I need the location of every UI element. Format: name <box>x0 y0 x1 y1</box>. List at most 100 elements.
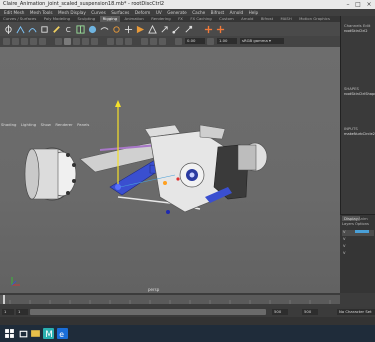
ik-handle-icon[interactable] <box>16 25 25 34</box>
bookmark-icon[interactable] <box>21 38 28 45</box>
ik-spline-icon[interactable] <box>28 25 37 34</box>
add-influence-icon[interactable] <box>216 25 225 34</box>
menu-item[interactable]: Cache <box>192 9 205 16</box>
os-taskbar: M e <box>0 325 375 342</box>
close-icon[interactable]: × <box>364 0 374 9</box>
menu-item[interactable]: Deform <box>135 9 151 16</box>
gate-mask-icon[interactable] <box>141 38 148 45</box>
suspension-model[interactable] <box>0 47 340 293</box>
color-management-value: sRGB gamma <box>242 38 268 43</box>
shape-node-name[interactable]: rootSkinCtrlShape2 <box>344 92 375 96</box>
start-frame-field[interactable]: 1 <box>2 309 14 315</box>
pole-vector-icon[interactable] <box>148 25 157 34</box>
exposure-field[interactable]: 0.00 <box>185 38 205 44</box>
wireframe-icon[interactable] <box>55 38 62 45</box>
lock-camera-icon[interactable] <box>12 38 19 45</box>
textured-icon[interactable] <box>73 38 80 45</box>
layer-row[interactable]: V <box>342 251 374 257</box>
add-attribute-icon[interactable] <box>204 25 213 34</box>
layer-row[interactable]: V <box>342 244 374 250</box>
menu-item[interactable]: Bifrost <box>211 9 225 16</box>
paint-weights-icon[interactable] <box>52 25 61 34</box>
task-view-icon[interactable] <box>18 328 29 339</box>
menu-item[interactable]: Edit Mesh <box>4 9 24 16</box>
xray-joints-icon[interactable] <box>125 38 132 45</box>
range-slider-bar[interactable] <box>30 309 266 315</box>
skin-bind-icon[interactable] <box>40 25 49 34</box>
gamma-icon[interactable] <box>207 38 214 45</box>
menu-item[interactable]: Help <box>249 9 259 16</box>
options-menu[interactable]: Options <box>355 222 369 226</box>
layers-menu[interactable]: Layers <box>342 222 354 226</box>
current-time-marker <box>3 295 5 304</box>
joint-tool-icon[interactable] <box>4 25 13 34</box>
selected-node-name[interactable]: rootSkinCtrl2 <box>344 29 368 33</box>
lights-icon[interactable] <box>82 38 89 45</box>
safe-action-icon[interactable] <box>159 38 166 45</box>
character-set-dropdown[interactable]: No Character Set <box>337 309 375 315</box>
range-start-field[interactable]: 1 <box>16 309 28 315</box>
xray-icon[interactable] <box>116 38 123 45</box>
svg-text:e: e <box>59 330 64 339</box>
edit-tab[interactable]: Edit <box>363 23 370 28</box>
image-plane-icon[interactable] <box>30 38 37 45</box>
lattice-icon[interactable] <box>76 25 85 34</box>
menu-item[interactable]: Curves <box>91 9 106 16</box>
minimize-icon[interactable]: – <box>343 0 353 9</box>
isolate-select-icon[interactable] <box>107 38 114 45</box>
menu-item[interactable]: Generate <box>167 9 187 16</box>
layer-color-swatch <box>354 230 369 233</box>
visibility-toggle[interactable]: V <box>343 244 345 248</box>
camera-label: persp <box>148 287 160 292</box>
shapes-header: SHAPES <box>344 86 359 91</box>
file-explorer-icon[interactable] <box>30 328 41 339</box>
layer-row[interactable]: V <box>342 237 374 243</box>
range-end-field[interactable]: 500 <box>272 309 288 315</box>
menu-item[interactable]: Mesh Display <box>58 9 86 16</box>
color-management-dropdown[interactable]: sRGB gamma ▾ <box>240 38 284 44</box>
select-camera-icon[interactable] <box>3 38 10 45</box>
visibility-toggle[interactable]: V <box>343 237 345 241</box>
svg-text:M: M <box>45 330 53 339</box>
scale-constraint-icon[interactable] <box>184 25 193 34</box>
rigging-shelf: C <box>0 22 340 37</box>
browser-icon[interactable]: e <box>57 328 68 339</box>
timeline-ruler[interactable] <box>0 295 340 304</box>
layer-editor: Display Anim Layers Options V V V V <box>340 214 375 294</box>
locator-icon[interactable] <box>124 25 133 34</box>
main-menubar: Edit Mesh Mesh Tools Mesh Display Curves… <box>0 9 375 16</box>
anim-layer-tab[interactable]: Anim <box>358 216 368 221</box>
gamma-field[interactable]: 1.00 <box>217 38 237 44</box>
visibility-toggle[interactable]: V <box>343 251 345 255</box>
maximize-icon[interactable]: □ <box>353 0 363 9</box>
time-slider[interactable] <box>0 293 375 307</box>
menu-item[interactable]: Arnold <box>230 9 244 16</box>
window-title: Claire_Animation_joint_scaled_suspension… <box>3 1 165 7</box>
menu-item[interactable]: Mesh Tools <box>30 9 53 16</box>
command-line[interactable] <box>0 317 375 325</box>
aim-constraint-icon[interactable] <box>136 25 145 34</box>
end-frame-field[interactable]: 500 <box>302 309 318 315</box>
window-titlebar: Claire_Animation_joint_scaled_suspension… <box>0 0 375 9</box>
shadows-icon[interactable] <box>91 38 98 45</box>
cluster-icon[interactable]: C <box>64 25 73 34</box>
menu-item[interactable]: UV <box>156 9 162 16</box>
orient-constraint-icon[interactable] <box>160 25 169 34</box>
layer-row[interactable]: V <box>342 230 374 236</box>
channels-tab[interactable]: Channels <box>344 23 362 28</box>
blendshape-icon[interactable] <box>88 25 97 34</box>
maya-app-icon[interactable]: M <box>43 328 54 339</box>
exposure-icon[interactable] <box>175 38 182 45</box>
start-menu-icon[interactable] <box>4 328 15 339</box>
visibility-toggle[interactable]: V <box>343 230 345 234</box>
grid-icon[interactable] <box>39 38 46 45</box>
menu-item[interactable]: Surfaces <box>111 9 129 16</box>
perspective-viewport[interactable]: Shading Lighting Show Renderer Panels pe… <box>0 47 340 293</box>
field-chart-icon[interactable] <box>150 38 157 45</box>
svg-text:C: C <box>66 25 71 34</box>
input-node-name[interactable]: makeNurbCircle2 <box>344 132 375 136</box>
parent-constraint-icon[interactable] <box>172 25 181 34</box>
wire-icon[interactable] <box>100 25 109 34</box>
smooth-shade-icon[interactable] <box>64 38 71 45</box>
constraint-icon[interactable] <box>112 25 121 34</box>
